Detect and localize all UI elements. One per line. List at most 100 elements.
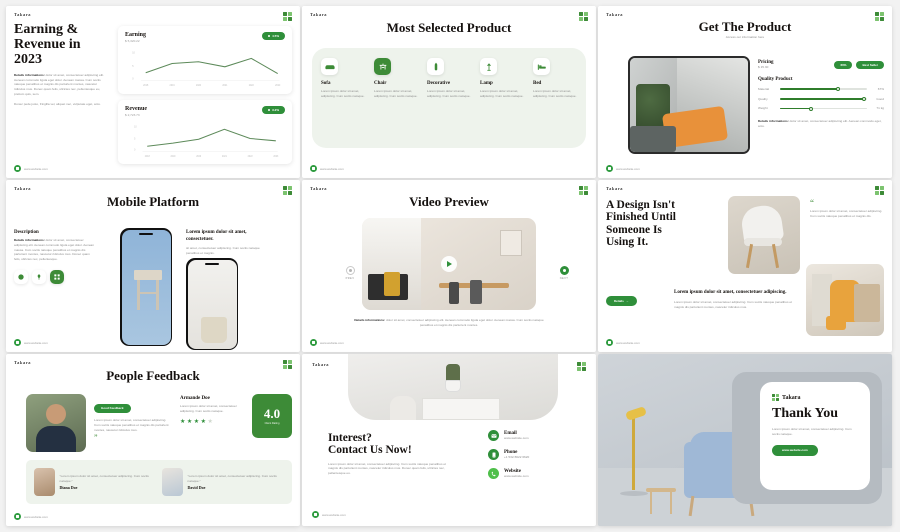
- up-dot-icon: [268, 35, 270, 37]
- next-control[interactable]: NEXT: [540, 266, 588, 280]
- store-icon[interactable]: [50, 270, 64, 284]
- product-card-chair[interactable]: Chair Lorem ipsum dolor sit amet, adipis…: [374, 58, 418, 138]
- contact-item-website[interactable]: Website www.website.com: [488, 468, 586, 479]
- thank-you-body: Lorem ipsum dolor sit amet, consectetuer…: [772, 427, 858, 437]
- footer[interactable]: www.website.com: [606, 165, 640, 172]
- slide-get-the-product[interactable]: Takara Get The Product Access our inform…: [598, 6, 892, 178]
- reviewer-block: Armande Doe Lorem ipsum dolor sit amet, …: [180, 396, 242, 425]
- chart-value: $ 2,723.73: [125, 113, 147, 117]
- footer-website: www.website.com: [24, 515, 48, 519]
- prev-icon[interactable]: [346, 266, 355, 275]
- price-value: $ 15.30: [758, 65, 774, 70]
- call-icon: [488, 468, 499, 479]
- contact-item-email[interactable]: Email www.website.com: [488, 430, 586, 441]
- footer[interactable]: www.website.com: [310, 165, 344, 172]
- star-rating: ★★★★★: [180, 418, 242, 425]
- apple-icon[interactable]: [32, 270, 46, 284]
- footer[interactable]: www.website.com: [14, 513, 48, 520]
- testimonial-item[interactable]: "Lorem ipsum dolor sit amet, consectetue…: [162, 468, 284, 496]
- quality-slider[interactable]: [780, 98, 867, 99]
- phone-mockup-back: [186, 258, 238, 350]
- svg-text:2023: 2023: [275, 85, 281, 87]
- chart-title: Revenue: [125, 106, 147, 112]
- product-card-bed[interactable]: Bed Lorem ipsum dolor sit amet, adipisci…: [533, 58, 577, 138]
- product-name: Lamp: [480, 81, 524, 86]
- slide-design-quote[interactable]: Takara A Design Isn't Finished Until Som…: [598, 180, 892, 352]
- svg-text:2018: 2018: [145, 156, 151, 158]
- chair-icon: [374, 58, 391, 75]
- play-button[interactable]: [441, 256, 457, 272]
- footer[interactable]: www.website.com: [310, 339, 344, 346]
- earning-growth-badge: 4.5%: [262, 32, 285, 40]
- product-info: Pricing $ 15.30 60% Best Seller Quality …: [758, 60, 884, 129]
- revenue-chart-card[interactable]: Revenue $ 2,723.73 3.2% 1050 20182019202…: [118, 100, 292, 164]
- page-subtitle: Access our information here: [606, 35, 884, 40]
- spec-value: 71 kg: [871, 106, 884, 111]
- details-button-label: Details: [614, 299, 624, 303]
- next-icon[interactable]: [560, 266, 569, 275]
- slide-earning-revenue[interactable]: Takara Earning & Revenue in 2023 Details…: [6, 6, 300, 178]
- testimonial-text: "Lorem ipsum dolor sit amet, consectetue…: [188, 474, 284, 484]
- footer[interactable]: www.website.com: [312, 511, 346, 518]
- chart-value: $ 5,320.22: [125, 39, 146, 43]
- slide-thank-you[interactable]: Takara Thank You Lorem ipsum dolor sit a…: [598, 354, 892, 526]
- footer-logo-icon: [14, 165, 21, 172]
- quote-text: Lorem ipsum dolor sit amet, consectetuer…: [810, 209, 884, 219]
- table-leg: [650, 490, 652, 514]
- discount-tag[interactable]: 60%: [834, 61, 852, 69]
- footer-website: www.website.com: [320, 167, 344, 171]
- footer[interactable]: www.website.com: [606, 339, 640, 346]
- products-panel: Sofa Lorem ipsum dolor sit amet, adipisc…: [312, 48, 586, 148]
- page-title: Thank You: [772, 407, 858, 422]
- chair-photo: [728, 196, 800, 274]
- thank-you-card: Takara Thank You Lorem ipsum dolor sit a…: [760, 382, 870, 490]
- spec-name: Material: [758, 87, 776, 92]
- video-thumbnail[interactable]: [362, 218, 536, 310]
- svg-text:2023: 2023: [273, 156, 279, 158]
- logo-mark-icon: [579, 186, 588, 195]
- footer-website: www.website.com: [616, 167, 640, 171]
- slide-people-feedback[interactable]: Takara People Feedback Good Feedback Lor…: [6, 354, 300, 526]
- material-slider[interactable]: [780, 88, 867, 89]
- svg-text:2020: 2020: [196, 85, 202, 87]
- sub-block: Lorem ipsum dolor sit amet, consectetuer…: [674, 290, 796, 309]
- page-title: Interest? Contact Us Now!: [328, 432, 456, 457]
- quality-label: Quality Product: [758, 77, 884, 82]
- spec-row-weight: Weight 71 kg: [758, 106, 884, 111]
- slider-knob-icon: [836, 87, 840, 91]
- footer-logo-icon: [606, 339, 613, 346]
- product-card-lamp[interactable]: Lamp Lorem ipsum dolor sit amet, adipisc…: [480, 58, 524, 138]
- website-button[interactable]: www.website.com: [772, 445, 818, 456]
- lamp-base: [620, 491, 648, 496]
- logo-mark-icon: [283, 360, 292, 369]
- footer[interactable]: www.website.com: [14, 339, 48, 346]
- logo-mark-icon: [283, 12, 292, 21]
- phone-icon: [488, 449, 499, 460]
- contact-item-phone[interactable]: Phone +1 532-5622 6620: [488, 449, 586, 460]
- slide-mobile-platform[interactable]: Takara Mobile Platform Description Detai…: [6, 180, 300, 352]
- video-caption: Details informations: dolor sit amet, co…: [350, 318, 548, 328]
- room-photo: [806, 264, 884, 336]
- svg-text:0: 0: [134, 150, 136, 152]
- description-body: Details informations: dolor sit amet, co…: [14, 238, 96, 262]
- testimonial-item[interactable]: "Lorem ipsum dolor sit amet, consectetue…: [34, 468, 156, 496]
- slide-contact-us[interactable]: Takara Interest? Contact Us Now! Lorem i…: [302, 354, 596, 526]
- details-button[interactable]: Details →: [606, 296, 637, 306]
- sub-title: Lorem ipsum dolor sit amet, consectetuer…: [674, 290, 796, 297]
- android-icon[interactable]: [14, 270, 28, 284]
- best-seller-tag[interactable]: Best Seller: [856, 61, 884, 69]
- page-title: People Feedback: [14, 369, 292, 383]
- slide-most-selected-product[interactable]: Takara Most Selected Product Sofa Lorem …: [302, 6, 596, 178]
- weight-slider[interactable]: [780, 108, 867, 109]
- logo-mark-icon: [579, 12, 588, 21]
- footer-logo-icon: [14, 513, 21, 520]
- page-title: Most Selected Product: [310, 21, 588, 35]
- product-card-decorative[interactable]: Decorative Lorem ipsum dolor sit amet, a…: [427, 58, 471, 138]
- slide-video-preview[interactable]: Takara Video Preview PREV NEXT: [302, 180, 596, 352]
- product-photo: [628, 56, 750, 154]
- quote-block: “ Lorem ipsum dolor sit amet, consectetu…: [810, 200, 884, 219]
- product-card-sofa[interactable]: Sofa Lorem ipsum dolor sit amet, adipisc…: [321, 58, 365, 138]
- decorative-icon: [427, 58, 444, 75]
- footer[interactable]: www.website.com: [14, 165, 48, 172]
- earning-chart-card[interactable]: Earning $ 5,320.22 4.5% 1050 20182019202…: [118, 26, 292, 94]
